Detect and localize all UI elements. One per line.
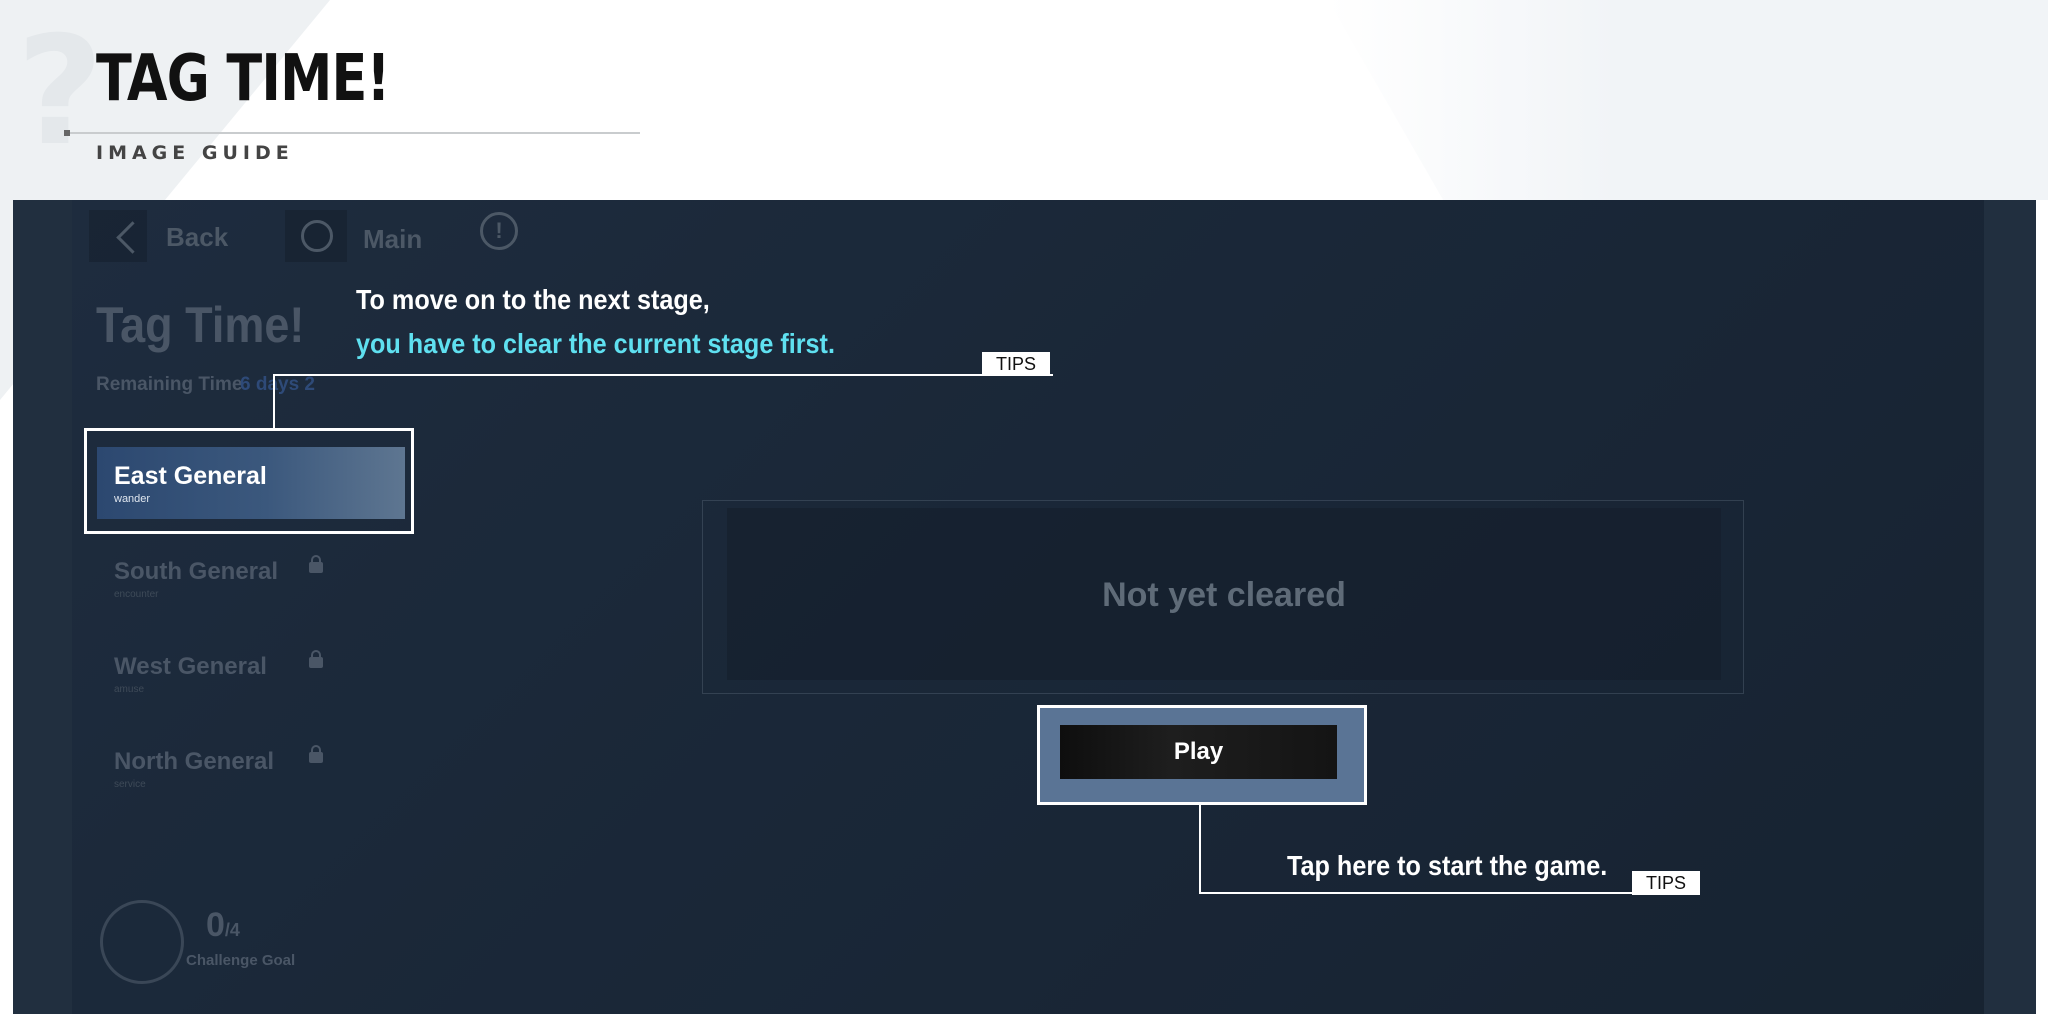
stage-tip-connector <box>273 374 1053 376</box>
header-divider <box>66 132 640 134</box>
challenge-goal-icon <box>100 900 184 984</box>
stage-tip-line2: you have to clear the current stage firs… <box>356 328 835 359</box>
goal-count-value: 0 <box>206 906 225 944</box>
background-shape-right <box>1328 0 2048 200</box>
play-button-label[interactable]: Play <box>1060 738 1337 766</box>
stage-name[interactable]: North General <box>114 748 274 776</box>
remaining-time-label: Remaining Time <box>96 374 243 395</box>
play-tip-connector <box>1199 805 1201 894</box>
circle-icon <box>301 220 333 252</box>
header-divider-mark <box>64 130 70 136</box>
stage-sub: amuse <box>114 684 145 695</box>
stage-sub: service <box>114 779 146 790</box>
lock-icon <box>309 745 323 763</box>
stage-name[interactable]: West General <box>114 653 267 681</box>
screen-title: Tag Time! <box>96 297 305 353</box>
main-button-label[interactable]: Main <box>363 224 422 255</box>
stage-tip-line1: To move on to the next stage, <box>356 284 710 315</box>
stage-sub: encounter <box>114 589 159 600</box>
stage-name[interactable]: South General <box>114 558 278 586</box>
lock-icon <box>309 650 323 668</box>
page-subtitle: IMAGE GUIDE <box>96 142 294 164</box>
remaining-time-value: 6 days 2 <box>240 374 315 395</box>
page-title: TAG TIME! <box>96 42 390 116</box>
stage-name: East General <box>114 462 267 490</box>
info-icon[interactable]: ! <box>480 212 518 250</box>
tips-badge: TIPS <box>982 352 1050 376</box>
challenge-goal-label: Challenge Goal <box>186 952 296 969</box>
stage-tip-connector <box>273 374 275 428</box>
stage-sub: wander <box>114 493 151 505</box>
play-tip: Tap here to start the game. <box>1287 850 1608 881</box>
status-text: Not yet cleared <box>1102 576 1346 614</box>
play-tip-connector <box>1199 892 1699 894</box>
goal-count-total: /4 <box>224 920 240 940</box>
back-button-label[interactable]: Back <box>166 222 228 253</box>
tips-badge: TIPS <box>1632 871 1700 895</box>
challenge-goal-count: 0/4 <box>206 906 240 945</box>
lock-icon <box>309 555 323 573</box>
